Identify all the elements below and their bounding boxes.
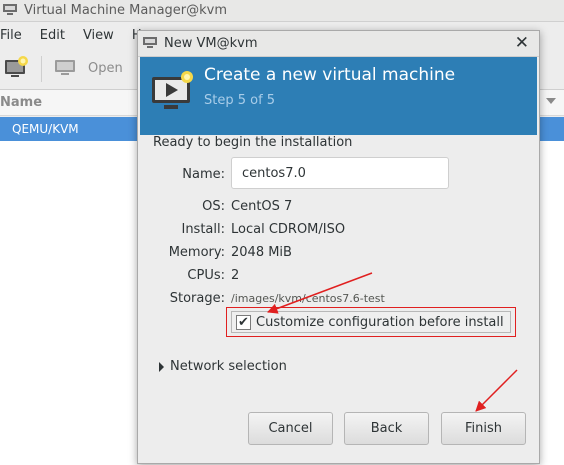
monitor-icon <box>142 36 158 52</box>
ready-label: Ready to begin the installation <box>153 135 353 150</box>
storage-value: /images/kvm/centos7.6-test <box>231 292 385 305</box>
install-label: Install: <box>181 222 225 237</box>
list-header-name: Name <box>0 95 43 110</box>
install-value: Local CDROM/ISO <box>231 222 346 237</box>
os-label: OS: <box>202 199 225 214</box>
monitor-icon <box>2 3 18 19</box>
chevron-down-icon[interactable] <box>546 98 556 104</box>
name-label: Name: <box>182 167 225 182</box>
open-label: Open <box>88 61 123 76</box>
toolbar-separator <box>41 55 42 82</box>
header-title: Create a new virtual machine <box>204 65 456 85</box>
storage-label: Storage: <box>169 291 225 306</box>
open-monitor-icon <box>54 57 76 81</box>
cancel-button[interactable]: Cancel <box>248 412 333 445</box>
customize-checkbox[interactable]: ✔ <box>236 314 251 330</box>
dialog-header-banner: Create a new virtual machine Step 5 of 5 <box>140 57 537 135</box>
list-item-label: QEMU/KVM <box>12 122 79 136</box>
new-vm-button[interactable] <box>0 52 29 86</box>
monitor-play-icon <box>150 69 196 117</box>
name-field[interactable] <box>231 157 449 189</box>
customize-highlight-box: ✔ Customize configuration before install <box>226 307 516 337</box>
cpus-value: 2 <box>231 268 240 283</box>
header-step: Step 5 of 5 <box>204 93 276 108</box>
main-window-title: Virtual Machine Manager@kvm <box>24 3 228 18</box>
dialog-title: New VM@kvm <box>164 36 258 51</box>
network-selection-expander[interactable]: Network selection <box>159 359 287 374</box>
dialog-content: Ready to begin the installation Name: OS… <box>142 127 535 457</box>
close-icon[interactable]: ✕ <box>515 35 529 52</box>
expander-arrow-icon <box>159 361 164 372</box>
memory-value: 2048 MiB <box>231 245 292 260</box>
memory-label: Memory: <box>168 245 225 260</box>
network-label: Network selection <box>170 359 287 374</box>
main-window-titlebar: Virtual Machine Manager@kvm <box>0 0 564 22</box>
new-vm-dialog: New VM@kvm ✕ Create a new virtual machin… <box>137 30 540 464</box>
os-value: CentOS 7 <box>231 199 293 214</box>
menu-file[interactable]: File <box>0 28 30 43</box>
back-button[interactable]: Back <box>344 412 429 445</box>
monitor-star-icon <box>3 55 29 83</box>
menu-edit[interactable]: Edit <box>30 28 73 43</box>
menu-view[interactable]: View <box>73 28 122 43</box>
cpus-label: CPUs: <box>187 268 225 283</box>
finish-button[interactable]: Finish <box>441 412 526 445</box>
customize-label: Customize configuration before install <box>256 314 504 330</box>
open-button[interactable]: Open <box>54 52 123 86</box>
dialog-titlebar[interactable]: New VM@kvm ✕ <box>138 31 539 57</box>
checkmark-icon: ✔ <box>238 314 249 330</box>
customize-checkbox-row[interactable]: ✔ Customize configuration before install <box>231 311 511 333</box>
